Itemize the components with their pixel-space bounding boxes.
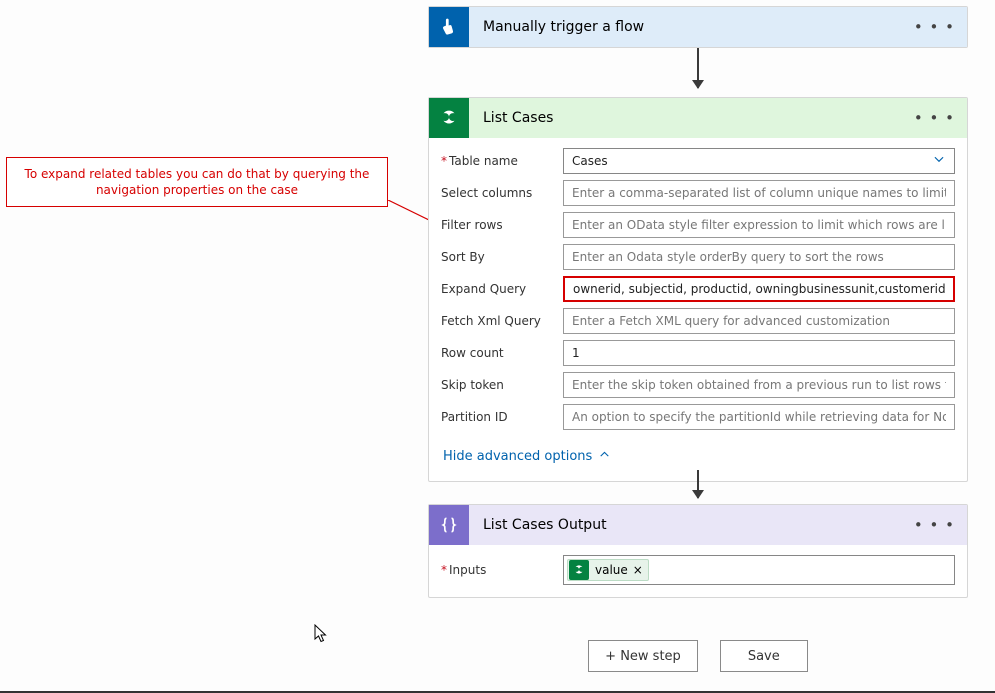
- list-cases-card[interactable]: List Cases • • • *Table name Cases Selec…: [428, 97, 968, 482]
- token-remove-icon[interactable]: ×: [633, 563, 643, 577]
- skip-token-input[interactable]: [563, 372, 955, 398]
- label-table-name: *Table name: [441, 154, 563, 168]
- pointer-icon: [429, 7, 469, 47]
- dataverse-icon: [429, 98, 469, 138]
- table-name-value: Cases: [572, 149, 608, 173]
- label-select-columns: Select columns: [441, 186, 563, 200]
- cursor-icon: [314, 624, 330, 648]
- flow-arrow-icon: [697, 470, 699, 498]
- label-skip-token: Skip token: [441, 378, 563, 392]
- row-count-input[interactable]: [563, 340, 955, 366]
- trigger-card[interactable]: Manually trigger a flow • • •: [428, 6, 968, 48]
- label-filter-rows: Filter rows: [441, 218, 563, 232]
- value-token[interactable]: value ×: [567, 559, 649, 581]
- label-row-count: Row count: [441, 346, 563, 360]
- inputs-field[interactable]: value ×: [563, 555, 955, 585]
- flow-arrow-icon: [697, 48, 699, 88]
- footer-actions: + New step Save: [428, 640, 968, 672]
- save-button[interactable]: Save: [720, 640, 808, 672]
- chevron-down-icon: [932, 152, 946, 170]
- label-partition-id: Partition ID: [441, 410, 563, 424]
- select-columns-input[interactable]: [563, 180, 955, 206]
- list-cases-output-card[interactable]: List Cases Output • • • *Inputs value ×: [428, 504, 968, 598]
- dataverse-icon: [569, 560, 589, 580]
- table-name-select[interactable]: Cases: [563, 148, 955, 174]
- label-expand-query: Expand Query: [441, 282, 563, 296]
- label-sort-by: Sort By: [441, 250, 563, 264]
- output-title: List Cases Output: [469, 517, 902, 533]
- trigger-title: Manually trigger a flow: [469, 19, 902, 35]
- partition-id-input[interactable]: [563, 404, 955, 430]
- hide-advanced-toggle[interactable]: Hide advanced options: [443, 448, 611, 465]
- list-cases-title: List Cases: [469, 110, 902, 126]
- filter-rows-input[interactable]: [563, 212, 955, 238]
- hide-advanced-label: Hide advanced options: [443, 449, 592, 464]
- expand-query-input[interactable]: [563, 276, 955, 302]
- annotation-callout: To expand related tables you can do that…: [6, 157, 388, 207]
- sort-by-input[interactable]: [563, 244, 955, 270]
- chevron-up-icon: [598, 448, 611, 465]
- token-label: value: [595, 563, 628, 577]
- list-cases-menu-button[interactable]: • • •: [902, 109, 967, 127]
- label-fetch-xml: Fetch Xml Query: [441, 314, 563, 328]
- braces-icon: [429, 505, 469, 545]
- new-step-button[interactable]: + New step: [588, 640, 698, 672]
- trigger-menu-button[interactable]: • • •: [902, 18, 967, 36]
- annotation-text: To expand related tables you can do that…: [19, 166, 375, 198]
- fetch-xml-input[interactable]: [563, 308, 955, 334]
- label-inputs: *Inputs: [441, 563, 563, 577]
- output-menu-button[interactable]: • • •: [902, 516, 967, 534]
